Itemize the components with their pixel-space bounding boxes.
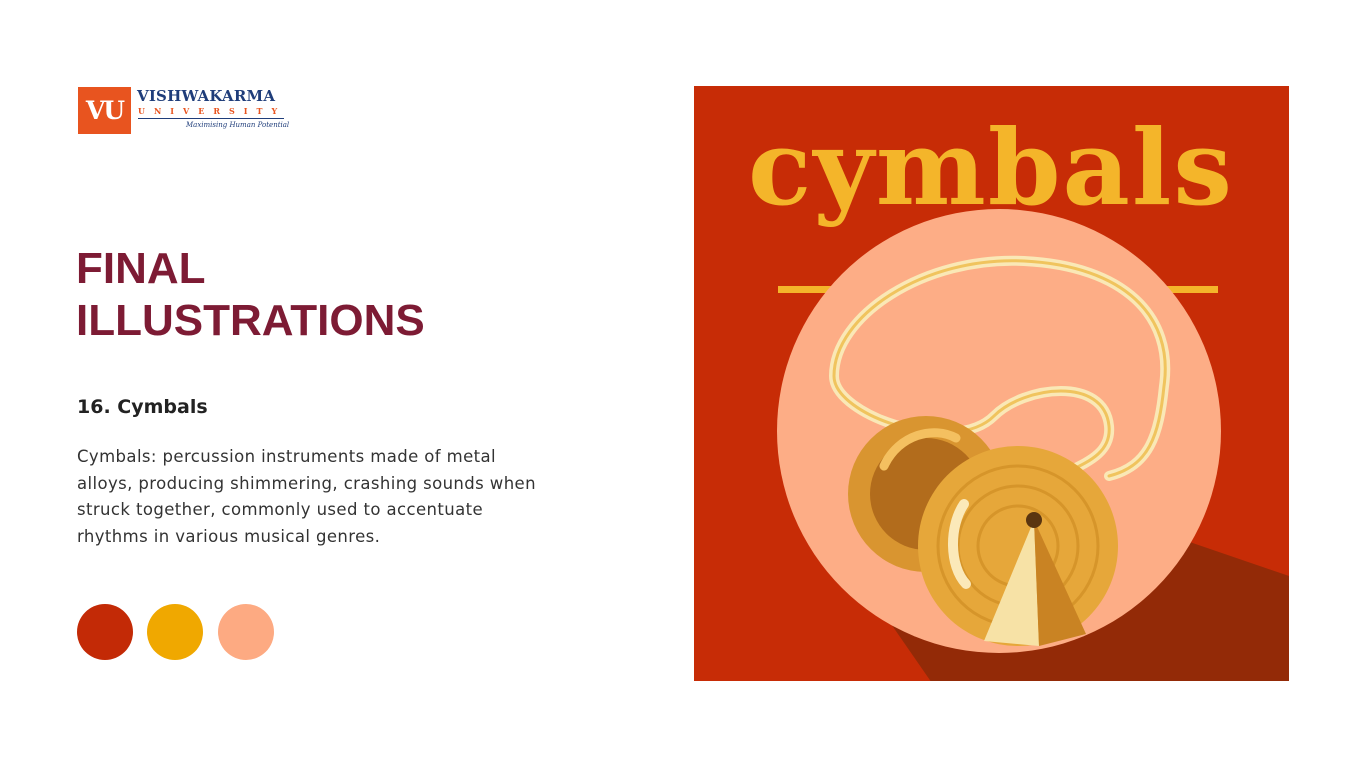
logo-divider xyxy=(138,118,284,119)
description-text: Cymbals: percussion instruments made of … xyxy=(77,447,536,546)
palette-dot-red xyxy=(77,604,133,660)
cymbals-illustration: cymbals xyxy=(694,86,1289,681)
palette-dot-yellow xyxy=(147,604,203,660)
logo-subtitle: UNIVERSITY xyxy=(138,106,287,116)
palette-dot-peach xyxy=(218,604,274,660)
logo-mark: VU xyxy=(78,87,131,134)
title-line-2: ILLUSTRATIONS xyxy=(76,296,425,345)
title-line-1: FINAL xyxy=(76,244,206,293)
page-title: FINAL ILLUSTRATIONS xyxy=(76,243,425,347)
section-subtitle: 16. Cymbals xyxy=(77,396,208,418)
university-logo: VU VISHWAKARMA UNIVERSITY Maximising Hum… xyxy=(78,86,290,136)
logo-tagline: Maximising Human Potential xyxy=(186,121,290,129)
cymbal-bell xyxy=(1026,512,1042,528)
logo-name: VISHWAKARMA xyxy=(137,87,276,105)
